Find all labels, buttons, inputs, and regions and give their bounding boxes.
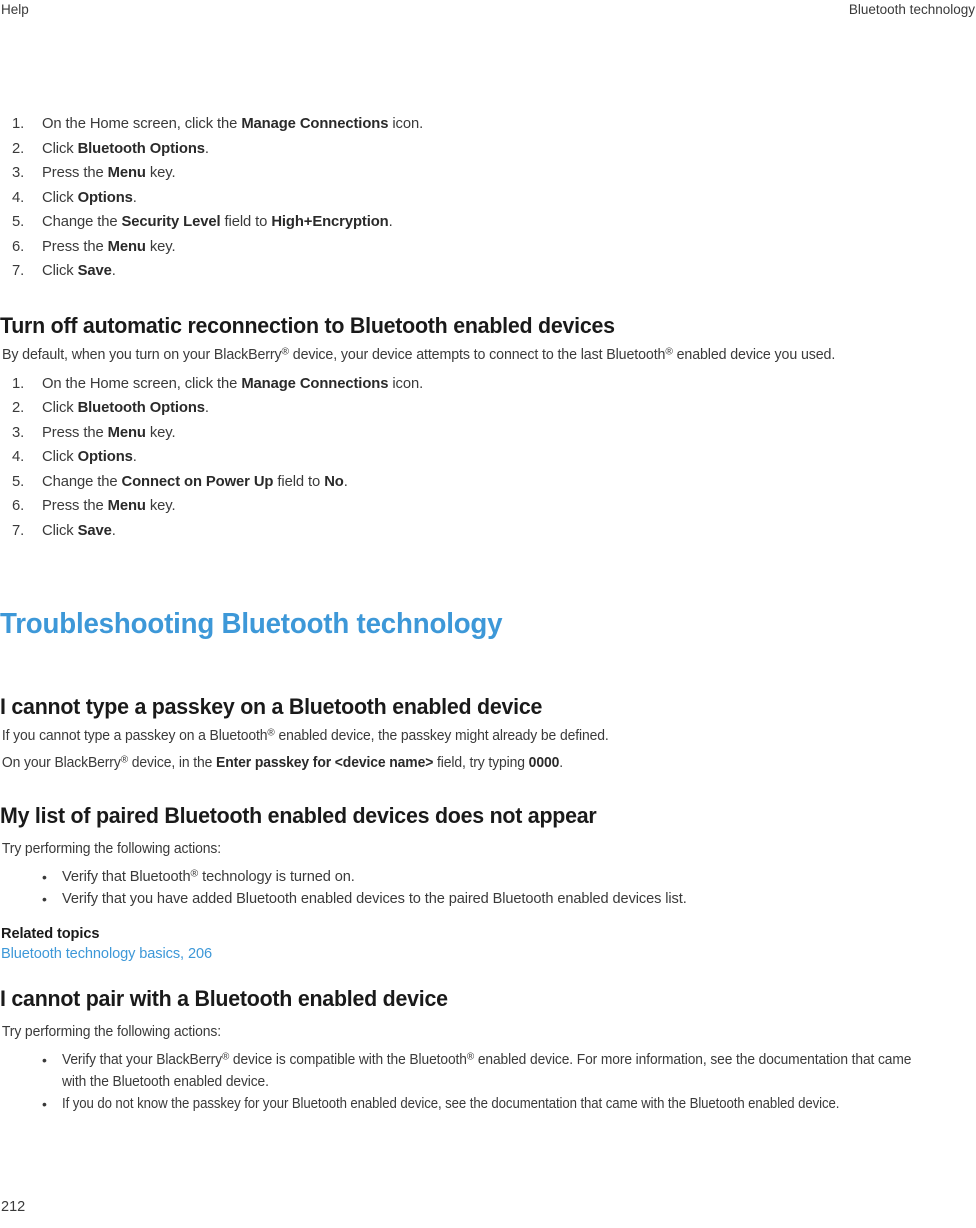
bullet-marker-icon: • — [42, 1096, 47, 1112]
bullet-item: • Verify that you have added Bluetooth en… — [0, 888, 976, 910]
emphasis-text: Manage Connections — [241, 116, 389, 132]
step-item: 1. On the Home screen, click the Manage C… — [0, 372, 976, 397]
emphasis-text: Options — [77, 189, 133, 206]
bullet-marker-icon: • — [42, 891, 47, 907]
registered-mark: ® — [281, 345, 290, 358]
chapter-heading-troubleshooting: Troubleshooting Bluetooth technology — [0, 608, 503, 640]
emphasis-text: Manage Connections — [241, 375, 389, 392]
step-item: 2. Click Bluetooth Options. — [0, 396, 976, 421]
step-item: 3. Press the Menu key. — [0, 161, 976, 186]
step-number: 5. — [12, 473, 25, 490]
running-header-right: Bluetooth technology — [848, 2, 975, 17]
bullet-text: Verify that your BlackBerry® device is c… — [62, 1050, 912, 1090]
paragraph-passkey-defined: If you cannot type a passkey on a Blueto… — [1, 726, 609, 744]
paragraph-passkey-try-0000: On your BlackBerry® device, in the Enter… — [1, 753, 564, 771]
paragraph-cannot-pair-intro: Try performing the following actions: — [1, 1024, 222, 1040]
bullet-list-paired-devices: • Verify that Bluetooth® technology is tu… — [0, 866, 976, 910]
step-item: 1. On the Home screen, click the Manage C… — [0, 112, 976, 137]
step-number: 2. — [12, 400, 25, 416]
emphasis-text: Bluetooth Options — [77, 400, 205, 416]
step-number: 7. — [12, 263, 25, 279]
heading-turn-off-auto-reconnection: Turn off automatic reconnection to Bluet… — [0, 312, 615, 338]
paragraph-turn-off-intro: By default, when you turn on your BlackB… — [1, 345, 836, 363]
bullet-item: • If you do not know the passkey for your… — [0, 1093, 976, 1115]
running-header-left: Help — [1, 2, 29, 17]
step-item: 4. Click Options. — [0, 186, 976, 211]
step-item: 6. Press the Menu key. — [0, 494, 976, 519]
step-number: 4. — [12, 449, 25, 465]
step-item: 4. Click Options. — [0, 445, 976, 470]
bullet-item: • Verify that your BlackBerry® device is … — [0, 1049, 976, 1093]
step-item: 6. Press the Menu key. — [0, 235, 976, 260]
step-number: 3. — [12, 424, 25, 441]
step-number: 5. — [12, 214, 25, 230]
emphasis-text: Menu — [107, 165, 146, 181]
step-item: 7. Click Save. — [0, 259, 976, 284]
emphasis-text: Menu — [107, 498, 146, 514]
step-item: 2. Click Bluetooth Options. — [0, 137, 976, 162]
page-number: 212 — [1, 1199, 26, 1215]
heading-cannot-pair: I cannot pair with a Bluetooth enabled d… — [0, 986, 448, 1011]
registered-mark: ® — [120, 753, 128, 766]
emphasis-text: Connect on Power Up — [121, 473, 274, 490]
document-page: Help Bluetooth technology 1. On the Home … — [0, 0, 976, 1228]
emphasis-text: High+Encryption — [271, 214, 389, 230]
heading-cannot-type-passkey: I cannot type a passkey on a Bluetooth e… — [0, 694, 543, 719]
running-header: Help Bluetooth technology — [0, 0, 976, 25]
heading-paired-list-not-appear: My list of paired Bluetooth enabled devi… — [0, 803, 597, 828]
emphasis-text: Bluetooth Options — [77, 140, 205, 157]
emphasis-text: Security Level — [121, 214, 221, 230]
bullet-text: Verify that you have added Bluetooth ena… — [62, 891, 687, 907]
registered-mark: ® — [267, 726, 275, 739]
step-item: 7. Click Save. — [0, 519, 976, 544]
emphasis-text: Enter passkey for <device name> — [216, 755, 434, 771]
emphasis-text: Options — [77, 449, 133, 465]
step-number: 6. — [12, 498, 25, 514]
emphasis-text: Save — [77, 263, 112, 279]
steps-list-turn-off: 1. On the Home screen, click the Manage C… — [0, 372, 976, 544]
step-number: 6. — [12, 238, 25, 255]
step-item: 5. Change the Security Level field to Hig… — [0, 210, 976, 235]
emphasis-text: Save — [77, 522, 112, 539]
step-number: 3. — [12, 165, 25, 181]
paragraph-paired-list-intro: Try performing the following actions: — [1, 841, 222, 857]
registered-mark: ® — [221, 1050, 230, 1063]
bullet-marker-icon: • — [42, 869, 47, 885]
emphasis-text: Menu — [107, 424, 146, 441]
emphasis-text: Menu — [107, 238, 146, 255]
page-content: 1. On the Home screen, click the Manage C… — [0, 112, 976, 1115]
registered-mark: ® — [466, 1050, 475, 1063]
steps-list-encryption: 1. On the Home screen, click the Manage C… — [0, 112, 976, 284]
related-topics-label: Related topics — [1, 926, 100, 942]
bullet-list-cannot-pair: • Verify that your BlackBerry® device is … — [0, 1049, 976, 1115]
step-number: 7. — [12, 522, 25, 539]
registered-mark: ® — [665, 345, 673, 358]
step-number: 4. — [12, 189, 25, 206]
step-item: 3. Press the Menu key. — [0, 421, 976, 446]
bullet-text: If you do not know the passkey for your … — [62, 1096, 840, 1112]
bullet-marker-icon: • — [42, 1052, 47, 1068]
related-topic-link-bluetooth-basics[interactable]: Bluetooth technology basics, 206 — [0, 944, 212, 965]
emphasis-text: No — [324, 473, 344, 490]
step-item: 5. Change the Connect on Power Up field t… — [0, 470, 976, 495]
step-number: 2. — [12, 140, 25, 157]
step-number: 1. — [12, 116, 25, 132]
step-number: 1. — [12, 375, 25, 392]
emphasis-text: 0000 — [528, 755, 560, 771]
bullet-text: Verify that Bluetooth® technology is tur… — [62, 867, 355, 885]
bullet-item: • Verify that Bluetooth® technology is tu… — [0, 866, 976, 888]
registered-mark: ® — [190, 867, 199, 880]
